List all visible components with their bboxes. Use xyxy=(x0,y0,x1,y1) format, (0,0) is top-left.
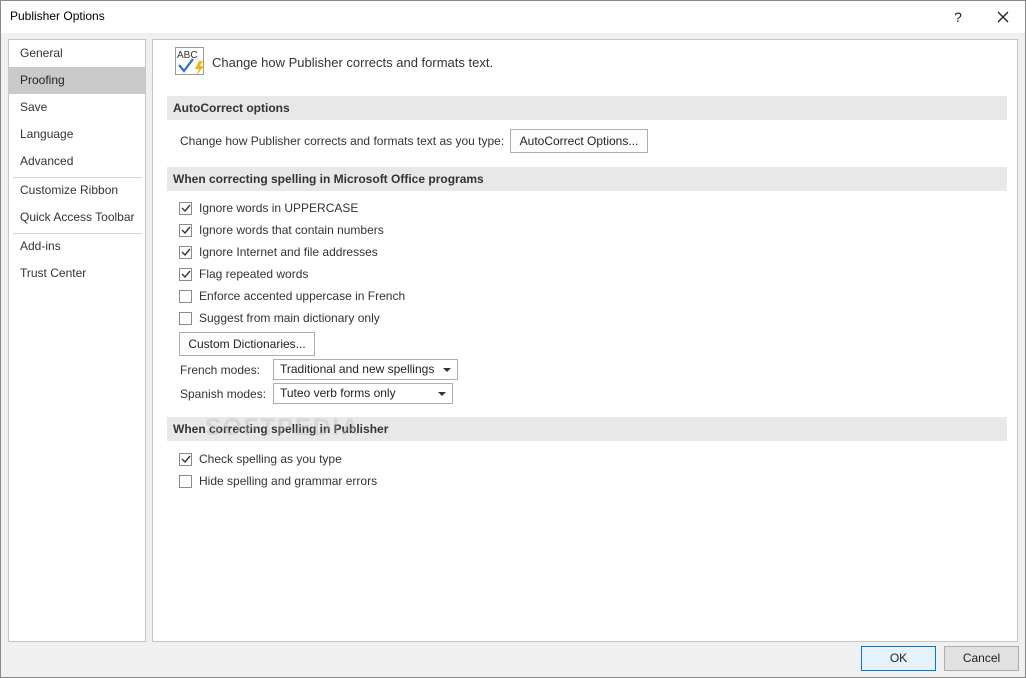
proofing-panel: ABC Change how Publisher corrects and fo… xyxy=(152,39,1018,642)
french-modes-value: Traditional and new spellings xyxy=(280,362,435,376)
ok-button[interactable]: OK xyxy=(861,646,936,671)
office-spelling-section-header: When correcting spelling in Microsoft Of… xyxy=(167,167,1007,191)
checkbox[interactable] xyxy=(179,267,192,281)
checkbox[interactable] xyxy=(179,289,192,303)
option-label: Suggest from main dictionary only xyxy=(199,311,380,325)
option-flag-repeated-words[interactable]: Flag repeated words xyxy=(179,265,308,283)
checkbox[interactable] xyxy=(179,311,192,325)
checkbox[interactable] xyxy=(179,474,192,488)
cancel-button[interactable]: Cancel xyxy=(944,646,1019,671)
chevron-down-icon xyxy=(438,392,446,396)
sidebar-item-language[interactable]: Language xyxy=(9,121,145,148)
sidebar-item-quick-access-toolbar[interactable]: Quick Access Toolbar xyxy=(9,204,145,231)
autocorrect-section-header: AutoCorrect options xyxy=(167,96,1007,120)
checkbox[interactable] xyxy=(179,201,192,215)
autocorrect-options-button[interactable]: AutoCorrect Options... xyxy=(510,129,648,153)
panel-header-text: Change how Publisher corrects and format… xyxy=(212,55,494,70)
option-ignore-internet-addresses[interactable]: Ignore Internet and file addresses xyxy=(179,243,378,261)
option-hide-spelling-errors[interactable]: Hide spelling and grammar errors xyxy=(179,472,377,490)
autocorrect-description: Change how Publisher corrects and format… xyxy=(180,134,505,148)
spanish-modes-select[interactable]: Tuteo verb forms only xyxy=(273,383,453,404)
sidebar-nav: General Proofing Save Language Advanced … xyxy=(8,39,146,642)
close-button[interactable] xyxy=(981,1,1025,33)
spanish-modes-label: Spanish modes: xyxy=(180,387,267,401)
option-label: Flag repeated words xyxy=(199,267,309,281)
publisher-spelling-section-header: When correcting spelling in Publisher xyxy=(167,417,1007,441)
spanish-modes-value: Tuteo verb forms only xyxy=(280,386,396,400)
checkmark-icon xyxy=(181,204,191,213)
title-bar: Publisher Options ? xyxy=(1,1,1025,33)
abc-icon-text: ABC xyxy=(177,50,198,61)
checkmark-icon xyxy=(181,270,191,279)
option-label: Enforce accented uppercase in French xyxy=(199,289,406,303)
checkmark-icon xyxy=(181,226,191,235)
chevron-down-icon xyxy=(443,368,451,372)
french-modes-select[interactable]: Traditional and new spellings xyxy=(273,359,458,380)
checkmark-icon xyxy=(181,455,191,464)
sidebar-item-advanced[interactable]: Advanced xyxy=(9,148,145,175)
option-label: Check spelling as you type xyxy=(199,452,342,466)
option-check-spelling-as-you-type[interactable]: Check spelling as you type xyxy=(179,450,342,468)
sidebar-item-customize-ribbon[interactable]: Customize Ribbon xyxy=(9,177,145,204)
window-title: Publisher Options xyxy=(10,9,105,23)
checkbox[interactable] xyxy=(179,245,192,259)
option-label: Ignore Internet and file addresses xyxy=(199,245,378,259)
french-modes-label: French modes: xyxy=(180,363,261,377)
option-enforce-accented-uppercase[interactable]: Enforce accented uppercase in French xyxy=(179,287,405,305)
option-label: Ignore words that contain numbers xyxy=(199,223,384,237)
abc-check-icon: ABC xyxy=(175,47,207,77)
sidebar-item-general[interactable]: General xyxy=(9,40,145,67)
sidebar-item-trust-center[interactable]: Trust Center xyxy=(9,260,145,287)
checkbox[interactable] xyxy=(179,223,192,237)
sidebar-item-proofing[interactable]: Proofing xyxy=(9,67,145,94)
help-button[interactable]: ? xyxy=(937,1,979,33)
option-label: Hide spelling and grammar errors xyxy=(199,474,378,488)
sidebar-item-add-ins[interactable]: Add-ins xyxy=(9,233,145,260)
checkbox[interactable] xyxy=(179,452,192,466)
checkmark-icon xyxy=(181,248,191,257)
sidebar-item-save[interactable]: Save xyxy=(9,94,145,121)
options-dialog: Publisher Options ? General Proofing Sav… xyxy=(0,0,1026,678)
option-ignore-uppercase[interactable]: Ignore words in UPPERCASE xyxy=(179,199,358,217)
custom-dictionaries-button[interactable]: Custom Dictionaries... xyxy=(179,332,315,356)
close-icon xyxy=(997,11,1009,23)
option-ignore-numbers[interactable]: Ignore words that contain numbers xyxy=(179,221,384,239)
option-main-dictionary-only[interactable]: Suggest from main dictionary only xyxy=(179,309,380,327)
option-label: Ignore words in UPPERCASE xyxy=(199,201,359,215)
